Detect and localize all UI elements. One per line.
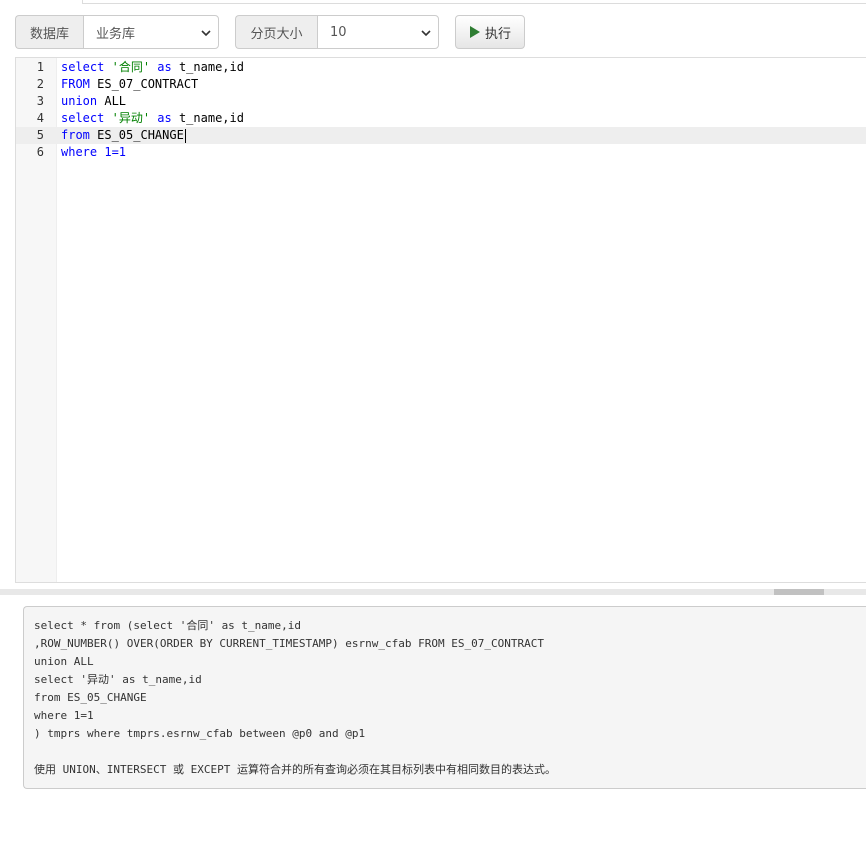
code-token: 1=1 <box>97 145 127 159</box>
database-group: 数据库 业务库 <box>15 15 219 49</box>
sql-query-page: 数据库 业务库 分页大小 10 执行 1 select '合同' as t_nam… <box>0 0 866 855</box>
result-sql-line: where 1=1 <box>34 709 94 722</box>
code-token: '合同' <box>111 60 151 74</box>
line-number: 4 <box>36 111 44 125</box>
code-lines: 1 select '合同' as t_name,id 2 FROM ES_07_CON… <box>16 58 866 161</box>
line-number: 6 <box>36 145 44 159</box>
code-token: union <box>61 94 98 108</box>
database-label: 数据库 <box>15 15 83 49</box>
code-line[interactable]: 3 union ALL <box>16 93 866 110</box>
line-code: select '合同' as t_name,id <box>61 59 244 76</box>
line-number: 2 <box>36 77 44 91</box>
code-token: '异动' <box>111 111 151 125</box>
pagesize-group: 分页大小 10 <box>235 15 439 49</box>
code-line[interactable]: 4 select '异动' as t_name,id <box>16 110 866 127</box>
code-line[interactable]: 1 select '合同' as t_name,id <box>16 59 866 76</box>
code-token: ALL <box>97 94 127 108</box>
run-button-label: 执行 <box>484 26 511 42</box>
pagesize-selected-value: 10 <box>330 24 347 40</box>
run-button[interactable]: 执行 <box>455 15 525 49</box>
result-sql-line: from ES_05_CHANGE <box>34 691 147 704</box>
result-panel: select * from (select '合同' as t_name,id,… <box>23 606 866 789</box>
database-selected-value: 业务库 <box>96 26 136 42</box>
result-sql-line: ,ROW_NUMBER() OVER(ORDER BY CURRENT_TIME… <box>34 637 544 650</box>
line-number: 1 <box>36 60 44 74</box>
code-token: ES_07_CONTRACT <box>89 77 199 91</box>
code-line[interactable]: 6 where 1=1 <box>16 144 866 161</box>
text-cursor <box>184 128 186 143</box>
code-token: from <box>61 128 90 142</box>
sql-editor[interactable]: 1 select '合同' as t_name,id 2 FROM ES_07_CON… <box>15 57 866 583</box>
result-sql-line: select * from (select '合同' as t_name,id <box>34 619 302 632</box>
line-code: where 1=1 <box>61 144 126 161</box>
code-token: select <box>61 60 105 74</box>
scrollbar-thumb[interactable] <box>774 589 824 595</box>
code-token: where <box>61 145 98 159</box>
code-token: ES_05_CHANGE <box>89 128 184 142</box>
play-icon <box>469 26 480 38</box>
pagesize-label: 分页大小 <box>235 15 317 49</box>
pagesize-select[interactable]: 10 <box>317 15 439 49</box>
code-token: t_name,id <box>171 60 244 74</box>
code-token: select <box>61 111 105 125</box>
database-select[interactable]: 业务库 <box>83 15 219 49</box>
chevron-down-icon <box>421 30 431 37</box>
top-divider <box>82 0 866 4</box>
code-line[interactable]: 2 FROM ES_07_CONTRACT <box>16 76 866 93</box>
result-sql-line: union ALL <box>34 655 94 668</box>
error-message: 使用 UNION、INTERSECT 或 EXCEPT 运算符合并的所有查询必须… <box>34 763 556 776</box>
line-code: from ES_05_CHANGE <box>61 127 186 144</box>
horizontal-scrollbar[interactable] <box>0 589 866 595</box>
generated-sql: select * from (select '合同' as t_name,id,… <box>34 617 856 743</box>
line-code: select '异动' as t_name,id <box>61 110 244 127</box>
code-token: t_name,id <box>171 111 244 125</box>
code-token: as <box>157 60 172 74</box>
code-token: as <box>157 111 172 125</box>
line-number: 5 <box>36 128 44 142</box>
code-line[interactable]: 5 from ES_05_CHANGE <box>16 127 866 144</box>
result-sql-line: ) tmprs where tmprs.esrnw_cfab between @… <box>34 727 366 740</box>
code-token: FROM <box>61 77 90 91</box>
chevron-down-icon <box>201 30 211 37</box>
line-number: 3 <box>36 94 44 108</box>
line-code: union ALL <box>61 93 126 110</box>
result-spacer <box>34 743 856 761</box>
result-sql-line: select '异动' as t_name,id <box>34 673 202 686</box>
line-code: FROM ES_07_CONTRACT <box>61 76 198 93</box>
